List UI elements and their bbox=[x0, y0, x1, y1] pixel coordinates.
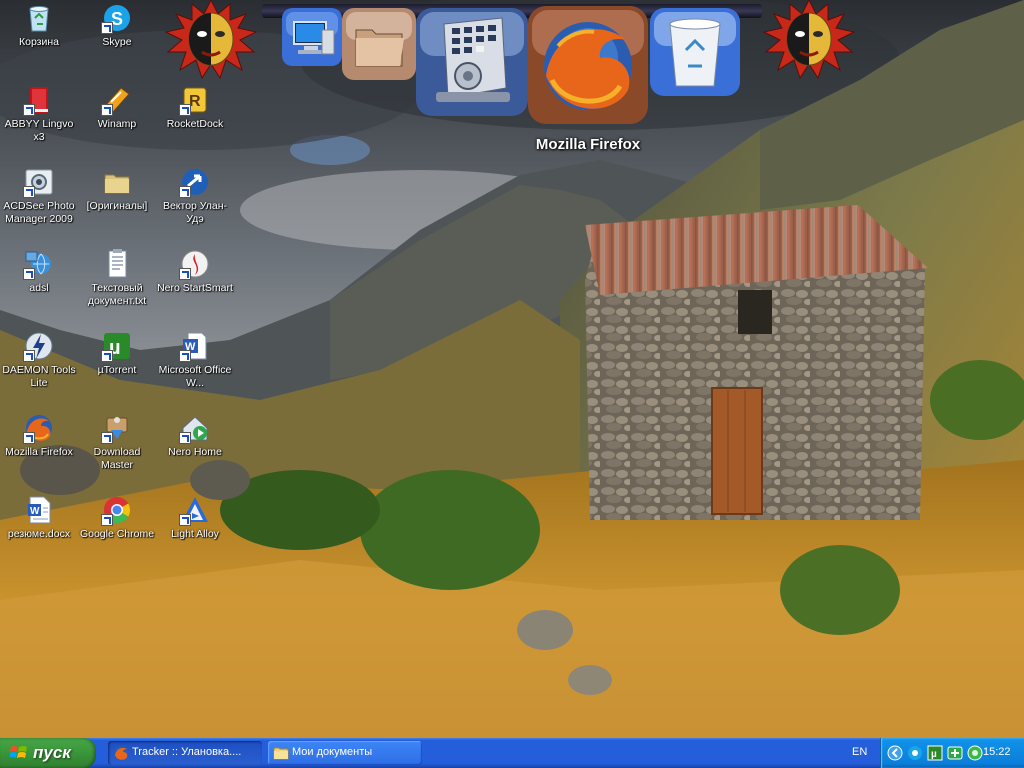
download-master-icon bbox=[101, 412, 133, 444]
utorrent-tray-icon[interactable]: µ bbox=[927, 745, 943, 761]
rocketdock-icon: R bbox=[179, 84, 211, 116]
book-icon bbox=[23, 84, 55, 116]
chrome-icon bbox=[101, 494, 133, 526]
desktop-icon-label: Текстовый документ.txt bbox=[87, 282, 147, 307]
desktop-icon-label: ACDSee Photo Manager 2009 bbox=[3, 200, 75, 225]
system-tray: µ 15:22 bbox=[880, 738, 1024, 768]
desktop-icon-download-master[interactable]: Download Master bbox=[78, 412, 156, 472]
desktop-icon-label: Вектор Улан-Удэ bbox=[162, 200, 228, 225]
svg-text:W: W bbox=[30, 506, 40, 517]
taskbar-button-tracker[interactable]: Tracker :: Улановка.... bbox=[108, 741, 262, 765]
folder-icon bbox=[101, 166, 133, 198]
desktop-icon-label: Light Alloy bbox=[171, 528, 219, 540]
sun-mask-decoration-right bbox=[762, 0, 856, 82]
desktop-icon-skype[interactable]: S Skype bbox=[78, 2, 156, 49]
recycle-bin-icon bbox=[650, 8, 740, 96]
winamp-icon bbox=[101, 84, 133, 116]
desktop-icon-acdsee[interactable]: ACDSee Photo Manager 2009 bbox=[0, 166, 78, 226]
desktop-icon-label: adsl bbox=[29, 282, 49, 294]
windows-logo-icon bbox=[9, 745, 28, 761]
desktop-icon-rocketdock[interactable]: R RocketDock bbox=[156, 84, 234, 131]
start-button[interactable]: пуск bbox=[0, 738, 96, 768]
desktop-icon-originals-folder[interactable]: [Оригиналы] bbox=[78, 166, 156, 213]
rocket-dock: Mozilla Firefox bbox=[262, 0, 772, 153]
desktop-icon-text-document[interactable]: Текстовый документ.txt bbox=[78, 248, 156, 308]
taskbar-button-label: Мои документы bbox=[292, 746, 373, 758]
desktop-icon-vector-ulan-ude[interactable]: Вектор Улан-Удэ bbox=[156, 166, 234, 226]
desktop-icon-nero-home[interactable]: Nero Home bbox=[156, 412, 234, 459]
desktop-icon-label: Nero StartSmart bbox=[157, 282, 233, 294]
desktop-icon-daemon-tools[interactable]: DAEMON Tools Lite bbox=[0, 330, 78, 390]
desktop-icon-label: Mozilla Firefox bbox=[5, 446, 73, 458]
folder-icon bbox=[342, 8, 416, 80]
light-alloy-icon bbox=[179, 494, 211, 526]
desktop-icon-label: Winamp bbox=[97, 118, 137, 130]
control-panel-icon bbox=[416, 8, 528, 116]
nero-icon bbox=[179, 248, 211, 280]
desktop-icon-label: [Оригиналы] bbox=[86, 200, 148, 212]
show-hidden-icons-icon[interactable] bbox=[887, 745, 903, 761]
acdsee-icon bbox=[23, 166, 55, 198]
clock[interactable]: 15:22 bbox=[983, 746, 1011, 758]
desktop-icon-recycle-bin[interactable]: Корзина bbox=[0, 2, 78, 49]
my-computer-icon bbox=[282, 8, 342, 66]
desktop-icon-label: Nero Home bbox=[168, 446, 222, 458]
desktop-icon-resume-docx[interactable]: W резюме.docx bbox=[0, 494, 78, 541]
desktop-icon-utorrent[interactable]: µ µTorrent bbox=[78, 330, 156, 377]
start-button-label: пуск bbox=[33, 743, 71, 762]
desktop-icon-mozilla-firefox[interactable]: Mozilla Firefox bbox=[0, 412, 78, 459]
desktop-icon-label: Microsoft Office W... bbox=[158, 364, 232, 389]
firefox-icon bbox=[23, 412, 55, 444]
network-tray-icon[interactable] bbox=[967, 745, 983, 761]
language-indicator[interactable]: EN bbox=[852, 746, 867, 758]
desktop-icon-label: ABBYY Lingvo x3 bbox=[4, 118, 74, 143]
utorrent-icon: µ bbox=[101, 330, 133, 362]
firefox-icon bbox=[528, 6, 648, 124]
desktop-icon-light-alloy[interactable]: Light Alloy bbox=[156, 494, 234, 541]
antivirus-tray-icon[interactable] bbox=[947, 745, 963, 761]
network-icon bbox=[23, 248, 55, 280]
firefox-icon bbox=[113, 745, 129, 761]
dock-hover-label: Mozilla Firefox bbox=[535, 136, 641, 153]
recycle-bin-icon bbox=[23, 2, 55, 34]
desktop-icon-microsoft-office-word[interactable]: W Microsoft Office W... bbox=[156, 330, 234, 390]
desktop-icon-label: µTorrent bbox=[97, 364, 137, 376]
taskbar-button-label: Tracker :: Улановка.... bbox=[132, 746, 242, 758]
folder-icon bbox=[273, 745, 289, 761]
vector-icon bbox=[179, 166, 211, 198]
dock-item-firefox[interactable] bbox=[528, 6, 648, 124]
desktop-icon-label: RocketDock bbox=[166, 118, 224, 130]
taskbar: пуск Tracker :: Улановка.... Мои докумен… bbox=[0, 738, 1024, 768]
desktop-icon-nero-startsmart[interactable]: Nero StartSmart bbox=[156, 248, 234, 295]
docx-icon: W bbox=[23, 494, 55, 526]
sun-mask-decoration-left bbox=[164, 0, 258, 82]
desktop-icon-google-chrome[interactable]: Google Chrome bbox=[78, 494, 156, 541]
dock-item-folder[interactable] bbox=[342, 8, 416, 80]
nero-home-icon bbox=[179, 412, 211, 444]
dock-item-control-panel[interactable] bbox=[416, 8, 528, 116]
svg-text:µ: µ bbox=[931, 749, 937, 760]
desktop-icon-winamp[interactable]: Winamp bbox=[78, 84, 156, 131]
dock-item-recycle-bin[interactable] bbox=[650, 8, 740, 96]
dock-item-my-computer[interactable] bbox=[282, 8, 342, 66]
desktop-icon-abbyy-lingvo[interactable]: ABBYY Lingvo x3 bbox=[0, 84, 78, 144]
desktop-icon-label: DAEMON Tools Lite bbox=[2, 364, 76, 389]
word-icon: W bbox=[179, 330, 211, 362]
text-document-icon bbox=[101, 248, 133, 280]
desktop-icon-adsl[interactable]: adsl bbox=[0, 248, 78, 295]
daemon-tools-icon bbox=[23, 330, 55, 362]
desktop-icon-label: Download Master bbox=[93, 446, 141, 471]
taskbar-button-my-documents[interactable]: Мои документы bbox=[268, 741, 422, 765]
desktop-icon-label: резюме.docx bbox=[7, 528, 71, 540]
desktop-icon-label: Корзина bbox=[19, 36, 59, 48]
skype-tray-icon[interactable] bbox=[907, 745, 923, 761]
desktop-icon-label: Skype bbox=[102, 36, 132, 48]
skype-icon: S bbox=[101, 2, 133, 34]
desktop-icon-label: Google Chrome bbox=[79, 528, 155, 540]
